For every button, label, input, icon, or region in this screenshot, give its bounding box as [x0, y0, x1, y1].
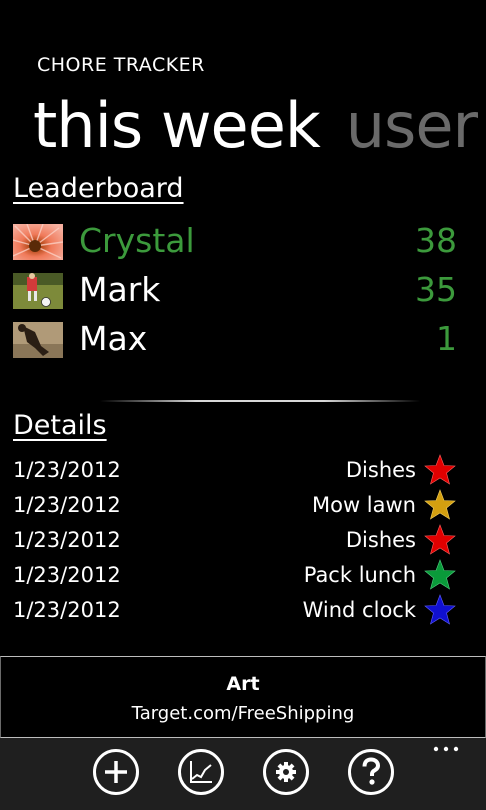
divider — [100, 400, 420, 402]
detail-row[interactable]: 1/23/2012 Dishes — [13, 523, 456, 557]
more-ellipsis-icon[interactable] — [432, 744, 460, 754]
star-icon — [424, 594, 456, 625]
detail-task: Dishes — [345, 458, 416, 482]
application-bar — [0, 738, 486, 810]
star-icon — [424, 559, 456, 590]
ad-title: Art — [226, 673, 260, 695]
leaderboard-name: Mark — [79, 270, 161, 309]
star-icon — [424, 454, 456, 485]
leaderboard-score: 35 — [415, 270, 457, 309]
detail-task: Dishes — [345, 528, 416, 552]
avatar — [13, 322, 63, 358]
leaderboard-row[interactable]: Max 1 — [13, 318, 457, 360]
settings-icon — [263, 749, 309, 795]
star-icon — [424, 489, 456, 520]
details-heading: Details — [13, 410, 107, 441]
ad-subtitle: Target.com/FreeShipping — [131, 703, 355, 724]
avatar — [13, 273, 63, 309]
star-icon — [424, 524, 456, 555]
detail-row[interactable]: 1/23/2012 Dishes — [13, 453, 456, 487]
chart-icon — [178, 749, 224, 795]
detail-task: Wind clock — [302, 598, 416, 622]
help-button[interactable] — [347, 748, 395, 796]
detail-date: 1/23/2012 — [13, 598, 121, 622]
detail-task: Pack lunch — [303, 563, 416, 587]
leaderboard-score: 38 — [415, 221, 457, 260]
detail-row[interactable]: 1/23/2012 Mow lawn — [13, 488, 456, 522]
leaderboard-row[interactable]: Mark 35 — [13, 269, 457, 311]
leaderboard-row[interactable]: Crystal 38 — [13, 220, 457, 262]
add-icon — [93, 749, 139, 795]
settings-button[interactable] — [262, 748, 310, 796]
detail-row[interactable]: 1/23/2012 Pack lunch — [13, 558, 456, 592]
leaderboard-name: Max — [79, 319, 148, 358]
detail-date: 1/23/2012 — [13, 493, 121, 517]
detail-date: 1/23/2012 — [13, 563, 121, 587]
pivot-header: this week user — [33, 84, 478, 168]
help-icon — [348, 749, 394, 795]
add-button[interactable] — [92, 748, 140, 796]
detail-task: Mow lawn — [311, 493, 416, 517]
ad-banner[interactable]: Art Target.com/FreeShipping — [0, 656, 486, 738]
chart-button[interactable] — [177, 748, 225, 796]
pivot-item-this-week[interactable]: this week — [33, 89, 321, 162]
detail-row[interactable]: 1/23/2012 Wind clock — [13, 593, 456, 627]
detail-date: 1/23/2012 — [13, 528, 121, 552]
detail-date: 1/23/2012 — [13, 458, 121, 482]
app-title: CHORE TRACKER — [37, 54, 205, 76]
leaderboard-score: 1 — [436, 319, 457, 358]
avatar — [13, 224, 63, 260]
pivot-item-user[interactable]: user — [346, 89, 478, 162]
leaderboard-name: Crystal — [79, 221, 195, 260]
leaderboard-heading: Leaderboard — [13, 173, 184, 204]
